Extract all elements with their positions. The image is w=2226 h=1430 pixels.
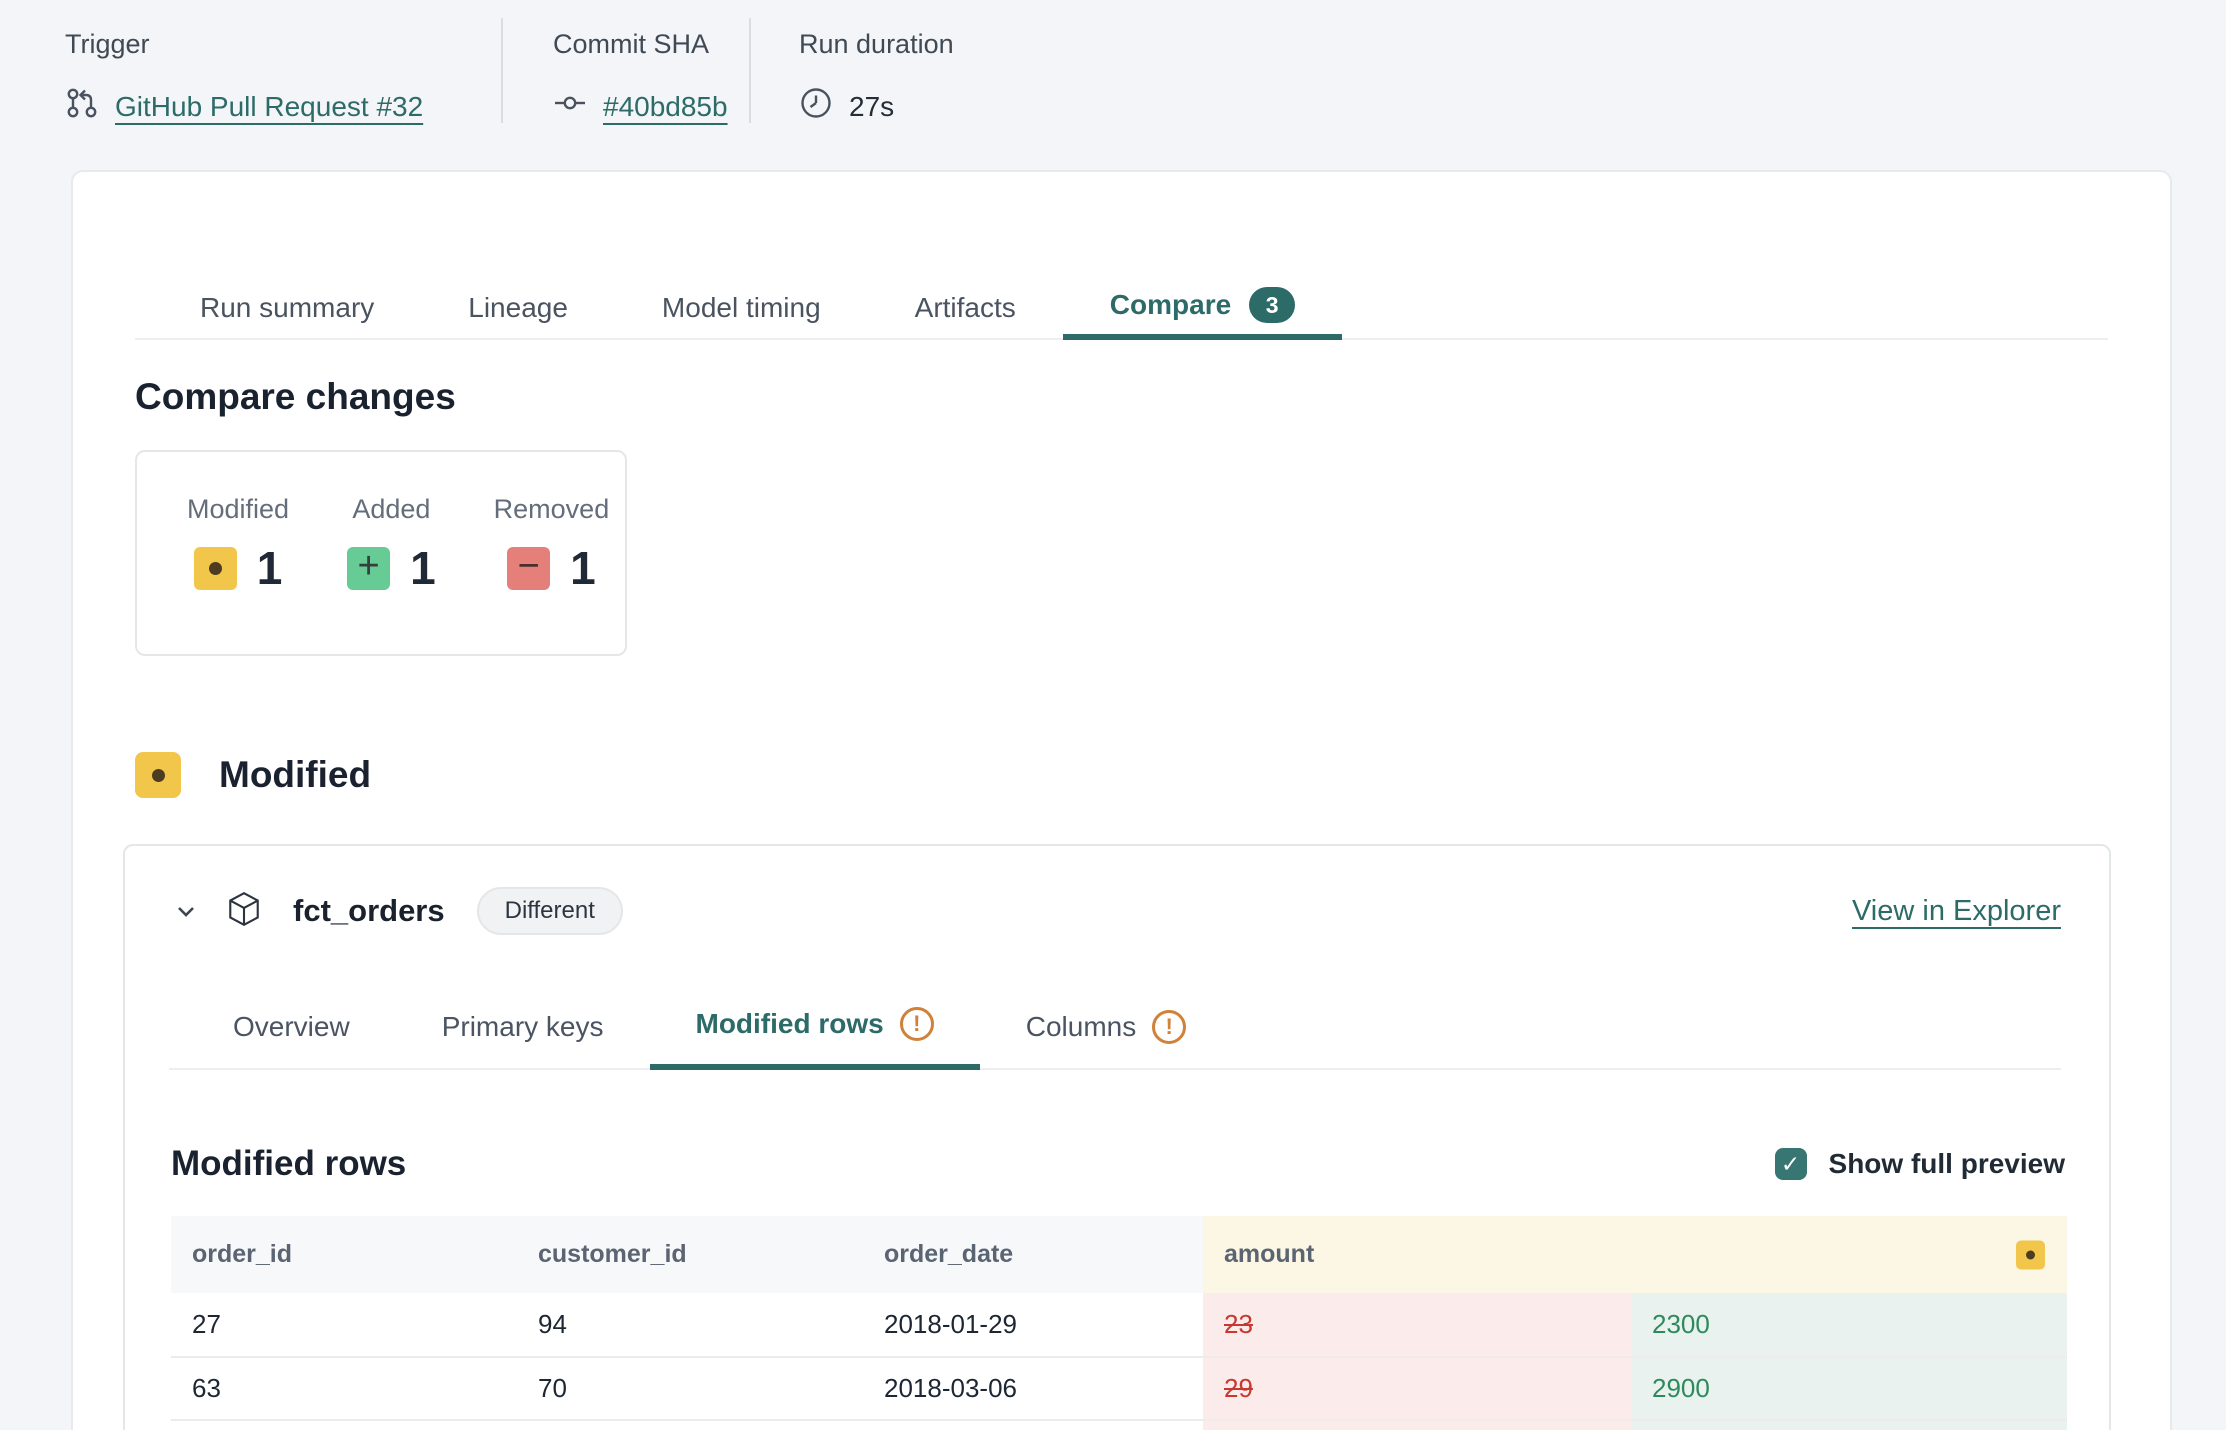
added-stat: Added + 1: [347, 494, 436, 654]
tab-compare[interactable]: Compare 3: [1063, 276, 1342, 340]
tab-columns[interactable]: Columns !: [980, 984, 1232, 1070]
model-card-header: fct_orders Different View in Explorer: [125, 846, 2109, 944]
tab-label: Columns: [1026, 1011, 1136, 1043]
trigger-label: Trigger: [65, 14, 501, 60]
table-cell: 63: [171, 1356, 517, 1419]
tab-modified-rows[interactable]: Modified rows !: [650, 984, 980, 1070]
modified-rows-title: Modified rows: [171, 1144, 406, 1184]
table-cell-new-value: 2900: [1631, 1356, 2067, 1419]
tab-label: Primary keys: [442, 1011, 604, 1043]
tab-label: Modified rows: [696, 1008, 884, 1040]
table-cell: [171, 1419, 517, 1430]
table-cell-new-value: [1631, 1419, 2067, 1430]
run-duration-value: 27s: [849, 91, 894, 123]
removed-stat-label: Removed: [494, 494, 610, 525]
modified-count: 1: [257, 541, 283, 595]
tab-artifacts[interactable]: Artifacts: [868, 276, 1063, 340]
table-cell-new-value: 2300: [1631, 1293, 2067, 1356]
clock-icon: [799, 86, 833, 127]
modified-icon: [194, 547, 237, 590]
tab-label: Model timing: [662, 292, 821, 324]
modified-rows-header: Modified rows ✓ Show full preview: [171, 1144, 2065, 1184]
column-header-customer-id: customer_id: [517, 1216, 863, 1293]
added-icon: +: [347, 547, 390, 590]
table-cell: 2018-03-06: [863, 1356, 1203, 1419]
run-header-stats: Trigger GitHub Pull Request #32 Commit S…: [65, 14, 954, 127]
tab-label: Lineage: [468, 292, 568, 324]
run-detail-card: Run summary Lineage Model timing Artifac…: [71, 170, 2172, 1430]
modified-column-icon: [2016, 1240, 2045, 1269]
commit-stat: Commit SHA #40bd85b: [503, 14, 749, 127]
commit-sha-link[interactable]: #40bd85b: [603, 91, 728, 123]
added-count: 1: [410, 541, 436, 595]
column-header-label: amount: [1224, 1240, 1314, 1269]
modified-section-header: Modified: [135, 752, 2108, 798]
table-cell-old-value: [1203, 1419, 1631, 1430]
view-in-explorer-link[interactable]: View in Explorer: [1852, 895, 2061, 928]
table-cell: [517, 1419, 863, 1430]
trigger-stat: Trigger GitHub Pull Request #32: [65, 14, 501, 127]
modified-stat: Modified 1: [187, 494, 289, 654]
tab-primary-keys[interactable]: Primary keys: [396, 984, 650, 1070]
table-cell-old-value: 23: [1203, 1293, 1631, 1356]
compare-summary-card: Modified 1 Added + 1 Removed − 1: [135, 450, 627, 656]
tab-run-summary[interactable]: Run summary: [153, 276, 421, 340]
tab-label: Compare: [1110, 289, 1231, 321]
pull-request-icon: [65, 86, 99, 127]
chevron-down-icon[interactable]: [173, 898, 199, 924]
table-cell: 2018-01-29: [863, 1293, 1203, 1356]
column-header-order-id: order_id: [171, 1216, 517, 1293]
tab-label: Run summary: [200, 292, 374, 324]
tab-label: Overview: [233, 1011, 350, 1043]
show-full-preview-toggle[interactable]: ✓ Show full preview: [1775, 1148, 2065, 1180]
model-tabs: Overview Primary keys Modified rows ! Co…: [169, 984, 2061, 1070]
table-cell: 94: [517, 1293, 863, 1356]
commit-sha-label: Commit SHA: [553, 14, 749, 60]
removed-icon: −: [507, 547, 550, 590]
compare-changes-title: Compare changes: [135, 376, 2108, 418]
modified-section-title: Modified: [219, 754, 371, 796]
compare-count-badge: 3: [1249, 287, 1295, 323]
removed-stat: Removed − 1: [494, 494, 610, 654]
added-stat-label: Added: [352, 494, 430, 525]
status-badge: Different: [477, 887, 623, 935]
model-cube-icon: [225, 890, 263, 933]
column-header-order-date: order_date: [863, 1216, 1203, 1293]
removed-count: 1: [570, 541, 596, 595]
run-duration-stat: Run duration 27s: [751, 14, 954, 127]
tab-model-timing[interactable]: Model timing: [615, 276, 868, 340]
table-cell: [863, 1419, 1203, 1430]
table-cell: 27: [171, 1293, 517, 1356]
column-header-amount: amount: [1203, 1216, 2067, 1293]
checkbox-checked-icon[interactable]: ✓: [1775, 1148, 1807, 1180]
modified-rows-table: order_id customer_id order_date amount 2…: [171, 1216, 2065, 1430]
run-tabs: Run summary Lineage Model timing Artifac…: [135, 276, 2108, 340]
tab-label: Artifacts: [915, 292, 1016, 324]
tab-overview[interactable]: Overview: [187, 984, 396, 1070]
modified-stat-label: Modified: [187, 494, 289, 525]
model-name: fct_orders: [293, 893, 445, 929]
table-cell-old-value: 29: [1203, 1356, 1631, 1419]
model-compare-card: fct_orders Different View in Explorer Ov…: [123, 844, 2111, 1430]
trigger-link[interactable]: GitHub Pull Request #32: [115, 91, 423, 123]
show-full-preview-label: Show full preview: [1829, 1148, 2065, 1180]
modified-icon: [135, 752, 181, 798]
warning-icon: !: [1152, 1010, 1186, 1044]
run-duration-label: Run duration: [799, 14, 954, 60]
tab-lineage[interactable]: Lineage: [421, 276, 615, 340]
commit-icon: [553, 86, 587, 127]
warning-icon: !: [900, 1007, 934, 1041]
table-cell: 70: [517, 1356, 863, 1419]
